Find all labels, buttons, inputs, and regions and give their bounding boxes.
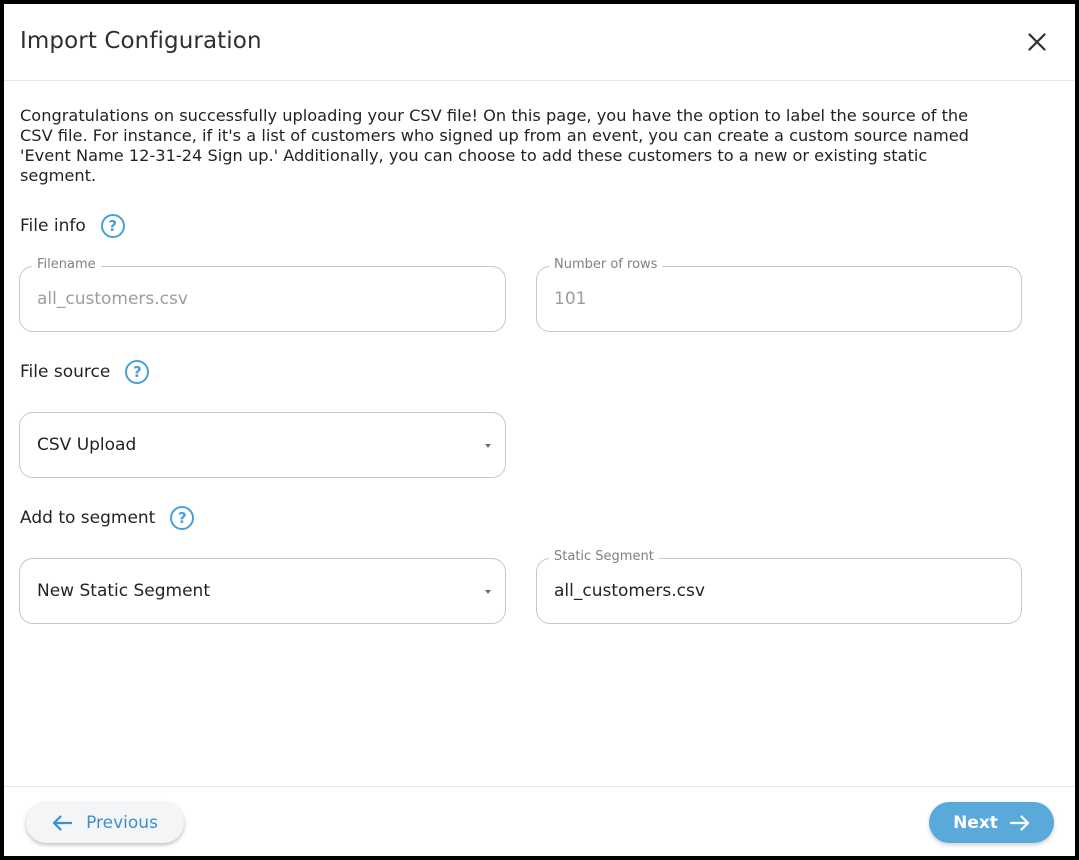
filename-field[interactable]: Filename all_customers.csv xyxy=(19,257,506,332)
next-label: Next xyxy=(953,812,998,833)
filename-value: all_customers.csv xyxy=(37,289,188,309)
file-source-help-icon[interactable]: ? xyxy=(125,360,150,384)
segment-help-icon[interactable]: ? xyxy=(170,506,195,530)
import-configuration-dialog: Import Configuration Congratulations on … xyxy=(0,0,1079,860)
arrow-left-icon xyxy=(52,814,73,831)
static-segment-legend: Static Segment xyxy=(549,549,659,564)
previous-button[interactable]: Previous xyxy=(26,802,184,843)
dialog-footer: Previous Next xyxy=(4,786,1075,860)
intro-text: Congratulations on successfully uploadin… xyxy=(20,106,969,185)
file-info-section: File info ? xyxy=(20,214,125,238)
segment-selected: New Static Segment xyxy=(37,581,210,601)
number-of-rows-field[interactable]: Number of rows 101 xyxy=(536,257,1022,332)
filename-legend: Filename xyxy=(32,257,101,272)
next-button[interactable]: Next xyxy=(929,802,1054,843)
file-source-label: File source xyxy=(20,362,111,382)
dialog-title: Import Configuration xyxy=(20,28,262,54)
file-source-selected: CSV Upload xyxy=(37,435,137,455)
dropdown-arrow-icon xyxy=(485,590,491,594)
dialog-header: Import Configuration xyxy=(4,4,1075,81)
segment-select[interactable]: New Static Segment xyxy=(19,558,506,624)
arrow-right-icon xyxy=(1009,814,1030,831)
number-of-rows-value: 101 xyxy=(554,289,587,309)
segment-label: Add to segment xyxy=(20,508,156,528)
segment-section: Add to segment ? xyxy=(20,506,195,530)
number-of-rows-legend: Number of rows xyxy=(549,257,663,272)
file-info-label: File info xyxy=(20,216,86,236)
file-source-select[interactable]: CSV Upload xyxy=(19,412,506,478)
file-info-help-icon[interactable]: ? xyxy=(100,214,125,238)
static-segment-value: all_customers.csv xyxy=(554,581,705,601)
close-icon xyxy=(1028,33,1046,51)
previous-label: Previous xyxy=(86,812,158,833)
close-button[interactable] xyxy=(1024,29,1050,55)
dropdown-arrow-icon xyxy=(485,444,491,448)
static-segment-input[interactable]: Static Segment all_customers.csv xyxy=(536,549,1022,624)
file-source-section: File source ? xyxy=(20,360,150,384)
